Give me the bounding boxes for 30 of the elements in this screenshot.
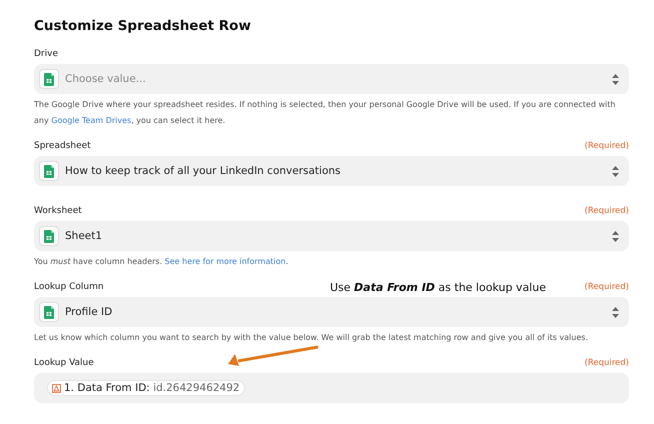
sort-caret-icon [612, 74, 619, 84]
sheets-icon [39, 69, 59, 89]
select-field[interactable]: How to keep track of all your LinkedIn conversations [34, 156, 629, 186]
input-field[interactable]: 1. Data From ID: id.26429462492 [34, 373, 629, 403]
help-text: Let us know which column you want to search by with the value below. We will grab the latest matching row and give you all of its values. [34, 332, 589, 344]
help-link[interactable]: See here for more information [164, 257, 286, 266]
page-title: Customize Spreadsheet Row [34, 18, 252, 34]
field-label: Lookup Value [34, 358, 94, 368]
app-icon [52, 384, 61, 392]
sheets-icon [39, 226, 59, 246]
help-text: The Google Drive where your spreadsheet resides. If nothing is selected, then your personal Google Drive will be used. If you are connected with any Google Team Drives, you can select it here. [34, 99, 616, 127]
field-label: Lookup Column [34, 282, 104, 292]
sort-caret-icon [612, 166, 619, 176]
help-text: You must have column headers. See here for more information. [34, 256, 290, 268]
field-label: Drive [34, 49, 58, 59]
required-label: (Required) [584, 206, 629, 216]
required-label: (Required) [584, 141, 629, 151]
select-field[interactable]: Sheet1 [34, 221, 629, 251]
sort-caret-icon [612, 230, 619, 242]
sheets-icon [39, 161, 59, 181]
field-label: Spreadsheet [34, 141, 91, 151]
data-token[interactable]: 1. Data From ID: id.26429462492 [47, 380, 245, 396]
required-label: (Required) [584, 358, 629, 368]
required-label: (Required) [584, 282, 629, 292]
sheets-icon [39, 302, 59, 322]
sort-caret-icon [612, 306, 619, 318]
field-label: Worksheet [34, 206, 82, 216]
select-field[interactable]: Profile ID [34, 297, 629, 327]
annotation-text: Use Data From ID as the lookup value [330, 280, 546, 295]
help-link[interactable]: Google Team Drives [51, 116, 132, 125]
